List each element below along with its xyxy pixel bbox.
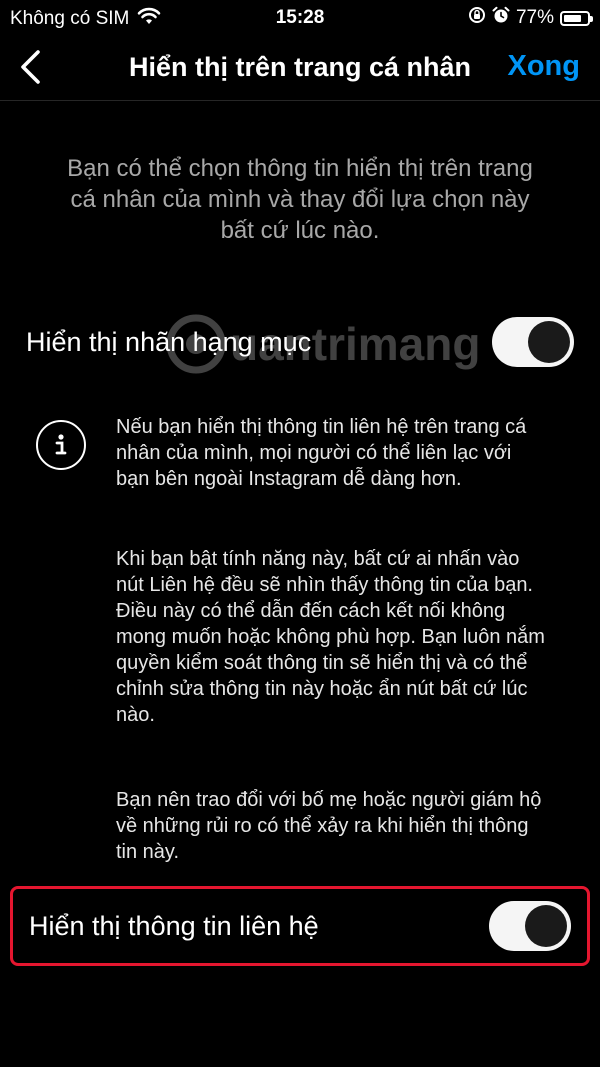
info-paragraph-3: Bạn nên trao đổi với bố mẹ hoặc người gi…	[116, 787, 546, 865]
toggle-knob	[528, 321, 570, 363]
info-paragraph-2: Khi bạn bật tính năng này, bất cứ ai nhấ…	[116, 546, 546, 728]
toggle-contact-info[interactable]	[489, 901, 571, 951]
info-paragraph-1-text: Nếu bạn hiển thị thông tin liên hệ trên …	[116, 416, 527, 490]
toggle-knob	[525, 905, 567, 947]
alarm-icon	[492, 6, 510, 30]
rotation-lock-icon	[468, 6, 486, 30]
info-icon	[36, 420, 86, 470]
toggle-category-label[interactable]	[492, 317, 574, 367]
setting-row-contact-info: Hiển thị thông tin liên hệ	[10, 886, 590, 966]
navigation-bar: Hiển thị trên trang cá nhân Xong	[0, 36, 600, 101]
battery-percentage: 77%	[515, 7, 554, 28]
info-paragraph-1: Nếu bạn hiển thị thông tin liên hệ trên …	[116, 414, 546, 492]
setting-row-category-label: Hiển thị nhãn hạng mục	[10, 302, 590, 382]
setting-label-category: Hiển thị nhãn hạng mục	[26, 326, 312, 357]
battery-level	[564, 14, 581, 22]
done-button[interactable]: Xong	[508, 50, 581, 83]
info-paragraph-3-text: Bạn nên trao đổi với bố mẹ hoặc người gi…	[116, 789, 542, 863]
status-right: 77%	[468, 6, 593, 30]
setting-label-contact-info: Hiển thị thông tin liên hệ	[29, 910, 319, 941]
status-bar: Không có SIM 15:28 77%	[0, 0, 600, 36]
intro-description: Bạn có thể chọn thông tin hiển thị trên …	[67, 155, 533, 244]
info-paragraph-2-text: Khi bạn bật tính năng này, bất cứ ai nhấ…	[116, 548, 545, 726]
battery-icon	[560, 10, 593, 26]
